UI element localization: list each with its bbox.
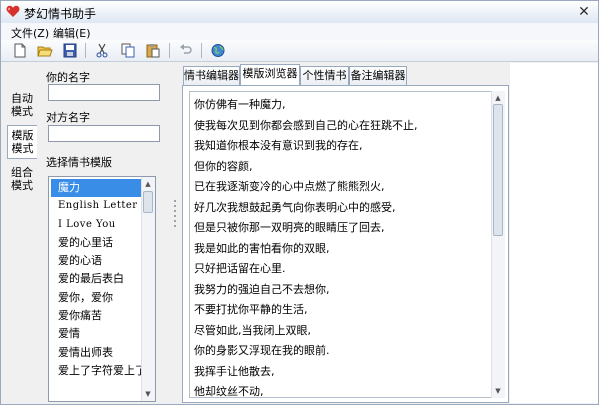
undo-icon <box>180 44 192 54</box>
app-window: 梦幻情书助手 ✕ 文件(Z) 编辑(E) 自动模式 模版模式 组合模式 你的名字… <box>0 0 599 405</box>
paste-icon <box>146 44 160 58</box>
toolbar-separator <box>201 43 202 58</box>
scroll-thumb[interactable] <box>493 104 503 236</box>
scroll-down-icon[interactable]: ▼ <box>494 387 502 395</box>
mode-tab-label: 组合模式 <box>11 166 33 192</box>
template-text-area[interactable]: 你仿佛有一种魔力, 使我每次见到你都会感到自己的心在狂跳不止, 我知道你根本没有… <box>189 91 495 398</box>
list-item[interactable]: 爱你痛苦 <box>49 307 155 325</box>
save-button[interactable] <box>61 42 79 59</box>
copy-icon <box>121 43 135 58</box>
your-name-label: 你的名字 <box>46 71 90 84</box>
text-line: 我挥手让他散去, <box>194 364 275 378</box>
menu-bar: 文件(Z) 编辑(E) <box>1 23 598 40</box>
scroll-up-icon[interactable]: ▲ <box>494 94 502 102</box>
text-line: 只好把话留在心里. <box>194 262 286 275</box>
text-line: 我是如此的害怕看你的双眼, <box>194 241 330 255</box>
mode-tab-combo[interactable]: 组合模式 <box>7 163 37 197</box>
template-list-scrollbar[interactable]: ▲ ▼ <box>141 177 155 401</box>
close-button[interactable]: ✕ <box>576 4 592 20</box>
toolbar <box>1 40 598 62</box>
scroll-up-icon[interactable]: ▲ <box>144 180 152 188</box>
text-line: 但是只被你那一双明亮的眼睛压了回去, <box>194 221 385 234</box>
list-item[interactable]: I Love You <box>49 216 155 234</box>
text-line: 但你的容颜, <box>194 159 253 173</box>
scroll-thumb[interactable] <box>143 191 153 213</box>
toolbar-separator <box>169 43 170 58</box>
tab-notes-editor[interactable]: 备注编辑器 <box>349 66 407 85</box>
list-item[interactable]: 魔力 <box>51 179 144 198</box>
list-item[interactable]: 爱的心里话 <box>49 234 155 252</box>
text-line: 已在我逐渐变冷的心中点燃了熊熊烈火, <box>194 180 385 193</box>
template-list[interactable]: 魔力 English Letter I Love You 爱的心里话 爱的心语 … <box>48 176 156 402</box>
window-title: 梦幻情书助手 <box>24 7 97 21</box>
text-line: 你仿佛有一种魔力, <box>194 98 286 111</box>
mode-tab-template[interactable]: 模版模式 <box>7 125 37 159</box>
text-line: 你的身影又浮现在我的眼前. <box>194 344 330 357</box>
menu-edit[interactable]: 编辑(E) <box>53 25 91 41</box>
mode-tab-auto[interactable]: 自动模式 <box>7 89 37 121</box>
tab-letter-editor[interactable]: 情书编辑器 <box>183 66 240 85</box>
text-line: 尽管如此,当我闭上双眼, <box>194 323 311 337</box>
open-folder-icon <box>37 46 53 57</box>
scroll-down-icon[interactable]: ▼ <box>144 390 152 398</box>
paste-button[interactable] <box>144 42 162 59</box>
list-item[interactable]: 爱情出师表 <box>49 344 155 362</box>
open-button[interactable] <box>36 42 54 59</box>
right-blank-area <box>510 63 598 403</box>
text-line: 我努力的强迫自己不去想你, <box>194 282 330 296</box>
text-line: 好几次我想鼓起勇气向你表明心中的感受, <box>194 200 396 214</box>
copy-button[interactable] <box>119 42 137 59</box>
close-icon: ✕ <box>578 4 590 20</box>
their-name-input[interactable] <box>48 125 160 142</box>
template-list-label: 选择情书模版 <box>46 156 112 169</box>
save-icon <box>63 43 77 58</box>
list-item[interactable]: 爱的心语 <box>49 252 155 270</box>
list-item[interactable]: 爱上了字符爱上了你 <box>49 362 155 380</box>
tab-template-browser[interactable]: 模版浏览器 <box>240 64 300 85</box>
toolbar-separator <box>85 43 86 58</box>
editor-scrollbar[interactable]: ▲ ▼ <box>491 91 505 398</box>
new-document-icon <box>14 43 26 58</box>
browser-button[interactable] <box>209 42 227 59</box>
text-line: 使我每次见到你都会感到自己的心在狂跳不止, <box>194 118 418 132</box>
list-item[interactable]: 爱的最后表白 <box>49 270 155 288</box>
list-item[interactable]: English Letter <box>49 197 155 215</box>
mode-tab-label: 模版模式 <box>11 129 34 155</box>
tab-personal-letter[interactable]: 个性情书 <box>300 66 349 85</box>
cut-button[interactable] <box>93 42 111 59</box>
list-item[interactable]: 爱情 <box>49 325 155 343</box>
browser-globe-icon <box>211 44 225 57</box>
their-name-label: 对方名字 <box>46 111 90 124</box>
undo-button[interactable] <box>177 42 195 59</box>
list-item[interactable]: 爱你，爱你 <box>49 289 155 307</box>
cut-icon <box>96 43 108 58</box>
text-line: 我知道你根本没有意识到我的存在, <box>194 139 363 152</box>
template-preview-pane: 你仿佛有一种魔力, 使我每次见到你都会感到自己的心在狂跳不止, 我知道你根本没有… <box>182 85 509 403</box>
title-bar: 梦幻情书助手 ✕ <box>1 1 598 24</box>
template-panel: 你的名字 对方名字 选择情书模版 魔力 English Letter I Lov… <box>38 63 168 403</box>
new-button[interactable] <box>11 42 29 59</box>
heart-app-icon <box>6 5 20 17</box>
panel-splitter[interactable] <box>172 63 178 403</box>
text-line: 他却纹丝不动, <box>194 385 264 398</box>
text-line: 不要打扰你平静的生活, <box>194 303 308 316</box>
mode-tab-label: 自动模式 <box>11 92 33 118</box>
menu-file[interactable]: 文件(Z) <box>11 25 49 41</box>
your-name-input[interactable] <box>48 84 160 101</box>
